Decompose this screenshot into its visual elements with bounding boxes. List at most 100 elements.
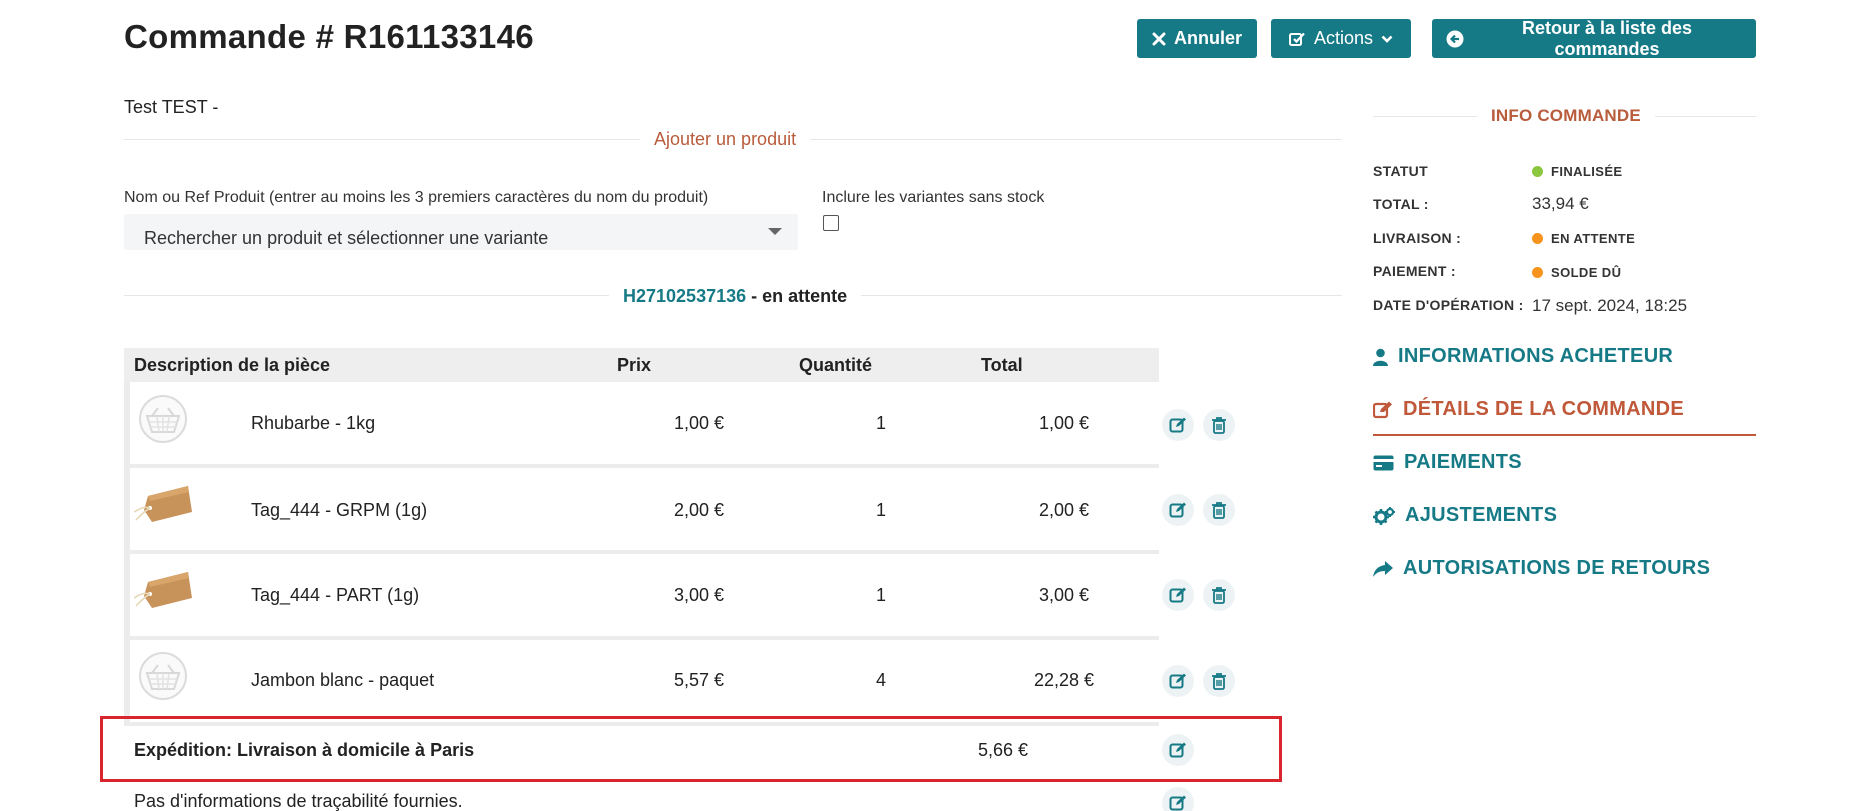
item-quantity: 1 (875, 500, 886, 520)
nav-details-label: DÉTAILS DE LA COMMANDE (1403, 398, 1685, 420)
edit-shipping-button[interactable] (1162, 734, 1194, 766)
credit-card-icon (1373, 455, 1394, 470)
include-out-of-stock-checkbox[interactable] (823, 215, 839, 231)
item-name: Tag_444 - GRPM (1g) (251, 500, 428, 520)
payment-label: PAIEMENT : (1373, 263, 1456, 279)
nav-buyer-info[interactable]: INFORMATIONS ACHETEUR (1373, 345, 1673, 368)
share-arrow-icon (1373, 560, 1393, 577)
status-value: FINALISÉE (1551, 164, 1623, 179)
item-total: 2,00 € (1038, 500, 1089, 520)
item-total: 22,28 € (1033, 670, 1094, 690)
item-name: Rhubarbe - 1kg (251, 413, 376, 433)
nav-order-details[interactable]: DÉTAILS DE LA COMMANDE (1373, 398, 1684, 421)
item-total: 3,00 € (1038, 585, 1089, 605)
arrow-left-circle-icon (1446, 30, 1464, 48)
nav-returns-label: AUTORISATIONS DE RETOURS (1403, 557, 1711, 579)
cancel-button[interactable]: Annuler (1137, 19, 1257, 58)
trash-icon (1212, 502, 1226, 519)
tracking-info: Pas d'informations de traçabilité fourni… (134, 791, 463, 811)
row-divider (100, 782, 1282, 783)
shipment-status: - en attente (751, 286, 848, 306)
shipment-id-link[interactable]: H27102537136 (623, 286, 746, 306)
status-badge: FINALISÉE (1532, 164, 1623, 179)
nav-payments[interactable]: PAIEMENTS (1373, 451, 1522, 474)
delivery-value: EN ATTENTE (1551, 231, 1636, 246)
status-dot (1532, 166, 1543, 177)
delivery-badge: EN ATTENTE (1532, 231, 1635, 246)
nav-adjustments-label: AJUSTEMENTS (1405, 504, 1558, 526)
payment-value: SOLDE DÛ (1551, 265, 1622, 280)
payment-badge: SOLDE DÛ (1532, 265, 1621, 280)
item-price: 1,00 € (673, 413, 724, 433)
edit-icon (1169, 742, 1186, 758)
product-search-select[interactable]: Rechercher un produit et sélectionner un… (124, 214, 798, 250)
header-description: Description de la pièce (134, 355, 331, 375)
date-label: DATE D'OPÉRATION : (1373, 297, 1524, 313)
date-value: 17 sept. 2024, 18:25 (1532, 296, 1688, 315)
delete-item-button[interactable] (1203, 409, 1235, 441)
gears-icon (1373, 506, 1395, 525)
header-price: Prix (617, 355, 652, 375)
item-price: 2,00 € (673, 500, 724, 520)
chevron-down-icon (1381, 34, 1393, 44)
product-search-placeholder: Rechercher un produit et sélectionner un… (144, 228, 549, 248)
trash-icon (1212, 673, 1226, 690)
edit-icon (1373, 401, 1392, 418)
kraft-tag-image (133, 564, 192, 614)
close-icon (1152, 32, 1166, 46)
nav-adjustments[interactable]: AJUSTEMENTS (1373, 504, 1557, 527)
trash-icon (1212, 587, 1226, 604)
edit-item-button[interactable] (1162, 494, 1194, 526)
nav-buyer-label: INFORMATIONS ACHETEUR (1398, 345, 1674, 367)
edit-icon (1169, 502, 1186, 518)
highlight-box (100, 716, 1282, 782)
cancel-label: Annuler (1173, 28, 1242, 48)
basket-placeholder-icon (138, 651, 188, 701)
item-quantity: 4 (875, 670, 886, 690)
active-nav-underline (1373, 434, 1756, 436)
header-total: Total (981, 355, 1023, 375)
back-label: Retour à la liste des commandes (1521, 17, 1693, 59)
basket-placeholder-icon (138, 394, 188, 444)
info-panel-title: INFO COMMANDE (1477, 106, 1655, 126)
edit-tracking-button[interactable] (1162, 787, 1194, 811)
item-total: 1,00 € (1038, 413, 1089, 433)
item-quantity: 1 (875, 585, 886, 605)
item-name: Tag_444 - PART (1g) (251, 585, 420, 605)
add-product-title: Ajouter un produit (640, 129, 811, 150)
item-price: 3,00 € (673, 585, 724, 605)
edit-square-icon (1288, 31, 1306, 47)
user-icon (1373, 348, 1388, 366)
delivery-label: LIVRAISON : (1373, 230, 1462, 246)
total-value: 33,94 € (1532, 194, 1589, 213)
nav-payments-label: PAIEMENTS (1404, 451, 1522, 473)
item-name: Jambon blanc - paquet (251, 670, 435, 690)
total-label: TOTAL : (1373, 196, 1429, 212)
edit-icon (1169, 587, 1186, 603)
edit-item-button[interactable] (1162, 665, 1194, 697)
edit-item-button[interactable] (1162, 409, 1194, 441)
page-title: Commande # R161133146 (124, 18, 534, 55)
trash-icon (1212, 417, 1226, 434)
include-out-of-stock-label: Inclure les variantes sans stock (822, 189, 1045, 206)
kraft-tag-image (133, 478, 192, 528)
caret-down-icon (768, 228, 782, 235)
header-quantity: Quantité (799, 355, 873, 375)
back-to-orders-button[interactable]: Retour à la liste des commandes (1432, 17, 1756, 59)
delete-item-button[interactable] (1203, 579, 1235, 611)
edit-icon (1169, 673, 1186, 689)
edit-icon (1169, 795, 1186, 811)
product-search-label: Nom ou Ref Produit (entrer au moins les … (124, 189, 709, 206)
delivery-dot (1532, 233, 1543, 244)
nav-return-authorizations[interactable]: AUTORISATIONS DE RETOURS (1373, 557, 1710, 580)
item-price: 5,57 € (673, 670, 724, 690)
delete-item-button[interactable] (1203, 494, 1235, 526)
item-quantity: 1 (875, 413, 886, 433)
actions-dropdown-button[interactable]: Actions (1271, 19, 1411, 58)
shipment-title: H27102537136 - en attente (609, 286, 862, 307)
delete-item-button[interactable] (1203, 665, 1235, 697)
status-label: STATUT (1373, 163, 1428, 179)
edit-item-button[interactable] (1162, 579, 1194, 611)
payment-dot (1532, 267, 1543, 278)
edit-icon (1169, 417, 1186, 433)
